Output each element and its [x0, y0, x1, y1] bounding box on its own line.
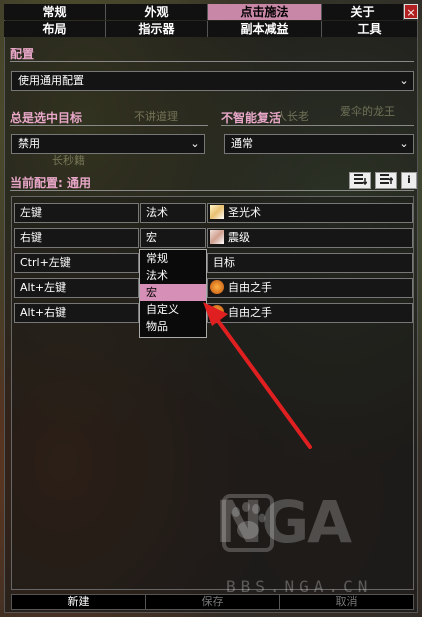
annotation-arrow [203, 302, 312, 449]
bottom-bar: 新建 保存 取消 [11, 594, 414, 610]
save-button[interactable]: 保存 [146, 595, 280, 609]
new-button[interactable]: 新建 [12, 595, 146, 609]
watermark-logo: NGA [215, 488, 352, 556]
cancel-button[interactable]: 取消 [280, 595, 413, 609]
